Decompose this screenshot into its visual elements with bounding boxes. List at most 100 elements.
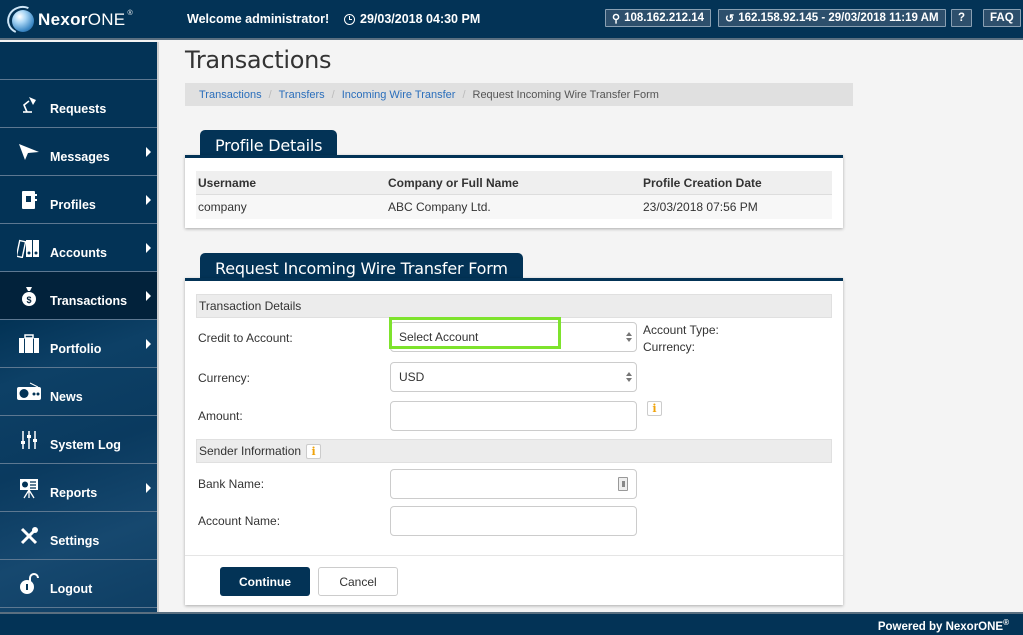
sender-info-icon[interactable]: i — [306, 443, 322, 459]
binders-icon — [16, 237, 42, 259]
column-header-creation-date: Profile Creation Date — [643, 175, 762, 190]
profile-details-panel: Username Company or Full Name Profile Cr… — [185, 155, 843, 228]
faq-label: FAQ — [990, 12, 1014, 24]
brand-name: NexorONE ® — [38, 10, 133, 29]
top-bar: NexorONE ® Welcome administrator! 29/03/2… — [0, 0, 1023, 40]
cell-username: company — [198, 200, 247, 214]
globe-logo-icon — [3, 1, 41, 39]
desk-lamp-icon — [16, 93, 42, 115]
sidebar-label: Settings — [50, 533, 100, 548]
profile-details-heading: Profile Details — [200, 130, 338, 158]
bank-name-label: Bank Name: — [198, 477, 265, 491]
form-divider — [185, 555, 843, 556]
account-currency-label: Currency: — [643, 340, 696, 354]
amount-label: Amount: — [198, 409, 243, 423]
column-header-username: Username — [198, 175, 257, 190]
presentation-icon — [16, 477, 42, 499]
sidebar-item-reports[interactable]: Reports — [0, 464, 157, 512]
sidebar-label: Messages — [50, 149, 110, 164]
welcome-message: Welcome administrator! — [187, 12, 330, 26]
map-marker-icon: ⚲ — [612, 12, 621, 25]
credit-to-account-label: Credit to Account: — [198, 331, 293, 345]
sidebar-label: Profiles — [50, 197, 96, 212]
chevron-right-icon — [146, 339, 151, 349]
sender-information-section: Sender Information i — [196, 439, 832, 463]
cell-creation-date: 23/03/2018 07:56 PM — [643, 200, 758, 214]
selected-value: USD — [399, 370, 425, 384]
breadcrumb-link-transactions[interactable]: Transactions — [199, 89, 262, 101]
sidebar-item-transactions[interactable]: $ Transactions — [0, 272, 157, 320]
page-title: Transactions — [185, 46, 332, 74]
breadcrumb-link-incoming-wire-transfer[interactable]: Incoming Wire Transfer — [342, 89, 456, 101]
sidebar-spacer — [0, 42, 157, 80]
unlock-icon — [16, 572, 42, 595]
svg-text:$: $ — [26, 295, 31, 305]
transaction-details-section: Transaction Details — [196, 294, 832, 318]
footer: Powered by NexorONE® — [0, 612, 1023, 635]
section-title: Sender Information — [199, 444, 302, 458]
sidebar-item-logout[interactable]: Logout — [0, 560, 157, 608]
address-book-icon — [16, 189, 42, 211]
help-button[interactable]: ? — [951, 9, 973, 27]
account-name-input[interactable] — [390, 506, 637, 536]
sidebar-label: Transactions — [50, 293, 128, 308]
sidebar-item-accounts[interactable]: Accounts — [0, 224, 157, 272]
sidebar: Requests Messages Profiles Accounts $ Tr… — [0, 42, 159, 612]
contact-card-icon[interactable] — [618, 477, 628, 491]
sidebar-label: Reports — [50, 485, 98, 500]
current-datetime: 29/03/2018 04:30 PM — [344, 12, 480, 26]
sidebar-label: Accounts — [50, 245, 107, 260]
continue-button[interactable]: Continue — [220, 567, 310, 596]
account-name-label: Account Name: — [198, 514, 281, 528]
sidebar-item-messages[interactable]: Messages — [0, 128, 157, 176]
column-header-company: Company or Full Name — [388, 175, 519, 190]
cancel-button[interactable]: Cancel — [318, 567, 398, 596]
account-type-label: Account Type: — [643, 323, 719, 337]
chevron-right-icon — [146, 147, 151, 157]
sidebar-item-portfolio[interactable]: Portfolio — [0, 320, 157, 368]
breadcrumb-separator: / — [331, 88, 335, 101]
sidebar-item-requests[interactable]: Requests — [0, 80, 157, 128]
sidebar-label: System Log — [50, 437, 121, 452]
tools-icon — [16, 525, 42, 547]
paper-plane-icon — [16, 141, 42, 163]
clock-icon — [344, 13, 355, 25]
logo[interactable]: NexorONE ® — [3, 1, 133, 39]
sidebar-label: Logout — [50, 581, 93, 596]
briefcase-icon — [16, 333, 42, 355]
chevron-right-icon — [146, 483, 151, 493]
cell-company: ABC Company Ltd. — [388, 200, 491, 214]
sidebar-item-news[interactable]: News — [0, 368, 157, 416]
breadcrumb-current: Request Incoming Wire Transfer Form — [472, 88, 659, 101]
money-bag-icon: $ — [16, 285, 42, 307]
select-arrows-icon — [626, 372, 632, 384]
ip-address-badge: ⚲ 108.162.212.14 — [605, 9, 712, 27]
chevron-right-icon — [146, 243, 151, 253]
amount-input[interactable] — [390, 401, 637, 431]
history-icon: ↺ — [725, 12, 735, 25]
bank-name-input[interactable] — [390, 469, 637, 499]
breadcrumb-link-transfers[interactable]: Transfers — [279, 89, 325, 101]
faq-button[interactable]: FAQ — [983, 9, 1021, 27]
ip-text: 108.162.212.14 — [624, 12, 705, 24]
last-login-badge: ↺ 162.158.92.145 - 29/03/2018 11:19 AM — [718, 9, 946, 27]
sidebar-label: Portfolio — [50, 341, 102, 356]
currency-label: Currency: — [198, 371, 251, 385]
table-row: company ABC Company Ltd. 23/03/2018 07:5… — [196, 195, 832, 219]
amount-info-icon[interactable]: i — [647, 401, 662, 416]
form-heading: Request Incoming Wire Transfer Form — [200, 253, 523, 281]
currency-select[interactable]: USD — [390, 362, 637, 392]
credit-to-account-select[interactable]: Select Account — [390, 322, 637, 352]
datetime-text: 29/03/2018 04:30 PM — [360, 12, 481, 26]
help-label: ? — [958, 12, 966, 24]
radio-icon — [16, 381, 42, 403]
wire-transfer-form-panel: Transaction Details Credit to Account: S… — [185, 278, 843, 605]
selected-value: Select Account — [399, 330, 479, 344]
section-title: Transaction Details — [199, 299, 302, 313]
sidebar-item-system-log[interactable]: System Log — [0, 416, 157, 464]
breadcrumb-separator: / — [268, 88, 272, 101]
sidebar-item-profiles[interactable]: Profiles — [0, 176, 157, 224]
profile-details-table: Username Company or Full Name Profile Cr… — [196, 171, 832, 219]
select-arrows-icon — [626, 332, 632, 344]
sidebar-item-settings[interactable]: Settings — [0, 512, 157, 560]
